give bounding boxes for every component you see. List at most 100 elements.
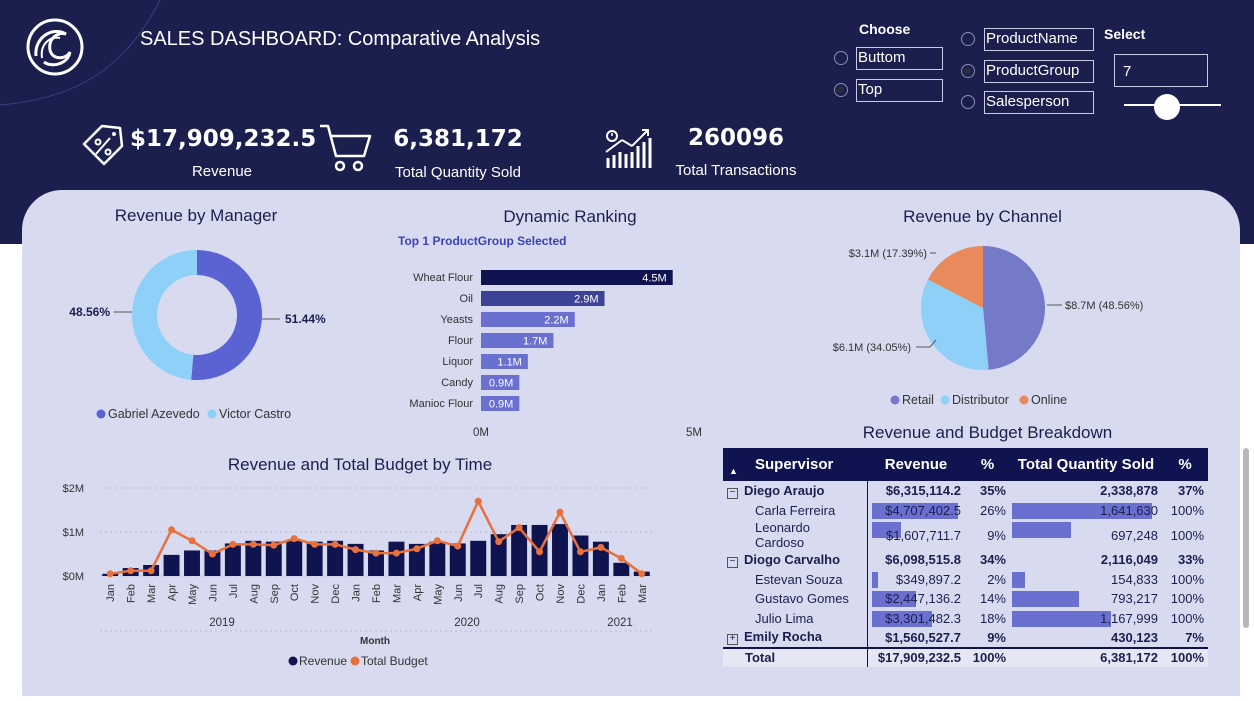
collapse-icon[interactable]: + <box>727 634 738 646</box>
legend-gabriel: Gabriel Azevedo <box>108 407 200 421</box>
time-xtick-label: Jun <box>207 584 219 602</box>
budget-point[interactable] <box>392 549 400 557</box>
radio-productname[interactable] <box>961 32 975 46</box>
option-bottom[interactable]: Buttom <box>856 47 943 70</box>
budget-point[interactable] <box>413 545 421 553</box>
radio-salesperson[interactable] <box>961 95 975 109</box>
col-revenue[interactable]: Revenue <box>867 448 965 481</box>
budget-point[interactable] <box>515 524 523 532</box>
budget-point[interactable] <box>188 537 196 545</box>
shopping-cart-icon <box>320 124 372 172</box>
radio-productgroup[interactable] <box>961 64 975 78</box>
col-revenue-pct[interactable]: % <box>965 448 1010 481</box>
ranking-value-label: 1.7M <box>523 336 547 348</box>
budget-point[interactable] <box>433 537 441 545</box>
quantity-pct-cell: 100% <box>1162 520 1208 550</box>
budget-point[interactable] <box>106 570 114 578</box>
manager-slice-1[interactable] <box>131 250 197 380</box>
revenue-cell: $1,560,527.7 <box>867 628 965 648</box>
budget-point[interactable] <box>495 538 503 546</box>
revenue-bar[interactable] <box>388 541 405 576</box>
sort-asc-icon[interactable]: ▲ <box>729 466 738 476</box>
manager-slice-0[interactable] <box>191 250 262 380</box>
budget-point[interactable] <box>638 570 646 578</box>
select-label: Select <box>1104 26 1146 42</box>
option-productgroup[interactable]: ProductGroup <box>984 60 1094 83</box>
breakdown-table: ▲ Supervisor Revenue % Total Quantity So… <box>723 448 1208 667</box>
budget-point[interactable] <box>372 549 380 557</box>
revenue-bar[interactable] <box>613 562 630 576</box>
revenue-bar[interactable] <box>470 540 487 576</box>
table-group-row[interactable]: + Emily Rocha $1,560,527.7 9% 430,123 7% <box>723 628 1208 648</box>
time-ytick-label: $0M <box>63 571 84 583</box>
option-top[interactable]: Top <box>856 79 943 102</box>
budget-point[interactable] <box>270 541 278 549</box>
budget-point[interactable] <box>474 497 482 505</box>
table-row[interactable]: Julio Lima $3,301,482.3 18% 1,167,999 100% <box>723 608 1208 628</box>
table-row[interactable]: Gustavo Gomes $2,447,136.2 14% 793,217 100% <box>723 589 1208 609</box>
col-quantity[interactable]: Total Quantity Sold <box>1010 448 1162 481</box>
table-row[interactable]: Estevan Souza $349,897.2 2% 154,833 100% <box>723 569 1208 589</box>
budget-point[interactable] <box>597 543 605 551</box>
col-supervisor[interactable]: ▲ Supervisor <box>723 448 867 481</box>
budget-point[interactable] <box>454 542 462 550</box>
table-row[interactable]: Carla Ferreira $4,707,402.5 26% 1,641,630 10… <box>723 500 1208 520</box>
budget-point[interactable] <box>290 535 298 543</box>
table-group-row[interactable]: − Diego Araujo $6,315,114.2 35% 2,338,878 37% <box>723 481 1208 501</box>
radio-bottom[interactable] <box>834 51 848 65</box>
quantity-pct-cell: 37% <box>1162 481 1208 501</box>
time-xtick-label: Apr <box>412 584 424 601</box>
select-number-input[interactable]: 7 <box>1114 54 1208 87</box>
revenue-bar[interactable] <box>184 550 200 576</box>
revenue-bar[interactable] <box>552 524 568 576</box>
budget-point[interactable] <box>331 540 339 548</box>
time-xtick-label: Mar <box>146 584 158 603</box>
revenue-cell: $3,301,482.3 <box>885 610 961 626</box>
revenue-bar[interactable] <box>163 554 180 576</box>
budget-point[interactable] <box>536 548 544 556</box>
budget-point[interactable] <box>617 554 625 562</box>
budget-point[interactable] <box>147 567 155 575</box>
revenue-bar[interactable] <box>429 541 446 576</box>
col-quantity-pct[interactable]: % <box>1162 448 1208 481</box>
budget-point[interactable] <box>127 567 135 575</box>
quantity-cell: 430,123 <box>1010 628 1162 648</box>
revenue-pct-cell: 9% <box>965 520 1010 550</box>
budget-point[interactable] <box>352 546 360 554</box>
option-productname[interactable]: ProductName <box>984 28 1094 51</box>
radio-top[interactable] <box>834 83 848 97</box>
channel-chart-title: Revenue by Channel <box>903 207 1062 226</box>
scrollbar-thumb[interactable] <box>1243 448 1249 628</box>
budget-point[interactable] <box>168 526 176 534</box>
year-label-2019: 2019 <box>209 617 235 629</box>
revenue-pct-cell: 9% <box>965 628 1010 648</box>
slider-knob[interactable] <box>1154 94 1180 120</box>
time-combo-chart: $0M $1M $2M Jan Feb Mar Apr May Jun Jul Aug Sep Oct… <box>63 483 652 668</box>
breakdown-title: Revenue and Budget Breakdown <box>862 423 1113 442</box>
ranking-subtitle: Top 1 ProductGroup Selected <box>398 234 567 248</box>
ranking-category-label: Yeasts <box>440 314 473 326</box>
table-row[interactable]: Leonardo Cardoso $1,607,711.7 9% 697,248 100… <box>723 520 1208 550</box>
time-xtick-label: Apr <box>167 584 179 601</box>
ranking-value-label: 2.9M <box>574 294 598 306</box>
dashboard-title: SALES DASHBOARD: Comparative Analysis <box>140 28 541 50</box>
quantity-cell: 1,167,999 <box>1100 610 1158 626</box>
quantity-kpi-value: 6,381,172 <box>393 126 523 152</box>
time-xtick-label: Dec <box>575 584 587 604</box>
table-group-row[interactable]: − Diogo Carvalho $6,098,515.8 34% 2,116,049 3… <box>723 550 1208 570</box>
quantity-pct-cell: 100% <box>1162 608 1208 628</box>
option-salesperson[interactable]: Salesperson <box>984 91 1094 114</box>
budget-point[interactable] <box>576 548 584 556</box>
ranking-bar-chart: Wheat Flour 4.5M Oil 2.9M Yeasts 2.2M Flour 1.7… <box>409 270 702 439</box>
budget-point[interactable] <box>208 550 216 558</box>
budget-point[interactable] <box>229 540 237 548</box>
revenue-bar[interactable] <box>286 540 303 576</box>
budget-point[interactable] <box>556 508 564 516</box>
collapse-icon[interactable]: − <box>727 556 738 568</box>
revenue-cell: $6,098,515.8 <box>867 550 965 570</box>
collapse-icon[interactable]: − <box>727 487 738 499</box>
budget-point[interactable] <box>249 540 257 548</box>
budget-point[interactable] <box>311 540 319 548</box>
revenue-cell: $1,607,711.7 <box>886 527 961 543</box>
channel-slice-0[interactable] <box>983 246 1045 370</box>
